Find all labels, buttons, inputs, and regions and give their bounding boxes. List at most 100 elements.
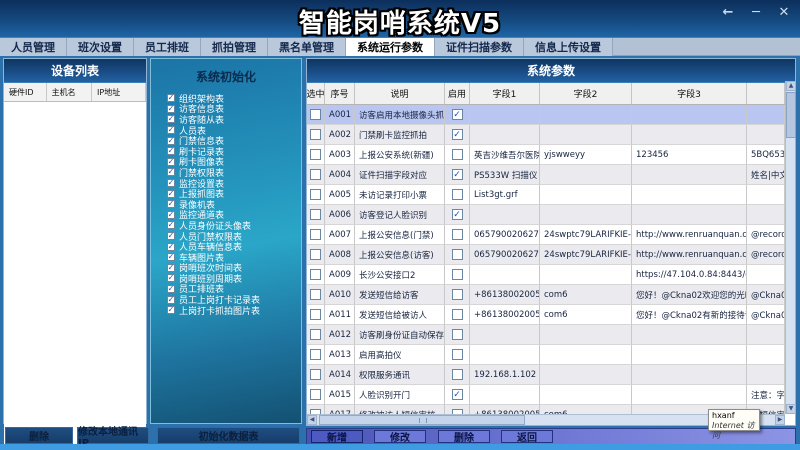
table-row[interactable]: A006访客登记人脸识别✓ <box>307 205 795 225</box>
enabled-checkbox[interactable] <box>445 405 470 414</box>
select-checkbox[interactable] <box>310 169 321 180</box>
table-row[interactable]: A015人脸识别开门✓注意：字段05为 <box>307 385 795 405</box>
select-checkbox[interactable] <box>307 205 325 225</box>
enabled-checkbox[interactable] <box>452 289 463 300</box>
select-checkbox[interactable] <box>307 265 325 285</box>
select-checkbox[interactable] <box>310 329 321 340</box>
table-row[interactable]: A008上报公安信息(访客)06579002062764224swptc79LA… <box>307 245 795 265</box>
table-row[interactable]: A004证件扫描字段对应✓PS533W 扫描仪姓名|中文姓名, <box>307 165 795 185</box>
scroll-down-icon[interactable]: ▼ <box>786 404 796 414</box>
enabled-checkbox[interactable] <box>452 249 463 260</box>
minimize-icon[interactable]: ─ <box>748 6 764 20</box>
table-row[interactable]: A005未访记录打印小票List3gt.grf <box>307 185 795 205</box>
init-checkbox[interactable]: ✓ <box>167 137 175 145</box>
enabled-checkbox[interactable]: ✓ <box>445 105 470 125</box>
select-checkbox[interactable] <box>310 249 321 260</box>
init-checkbox[interactable]: ✓ <box>167 94 175 102</box>
select-checkbox[interactable] <box>310 369 321 380</box>
enabled-checkbox[interactable] <box>452 349 463 360</box>
select-checkbox[interactable] <box>310 269 321 280</box>
select-checkbox[interactable] <box>307 285 325 305</box>
init-checkbox[interactable]: ✓ <box>167 253 175 261</box>
enabled-checkbox[interactable] <box>445 185 470 205</box>
init-checkbox[interactable]: ✓ <box>167 285 175 293</box>
select-checkbox[interactable] <box>307 405 325 414</box>
horizontal-scroll-thumb[interactable] <box>319 415 525 425</box>
tab-人员管理[interactable]: 人员管理 <box>0 38 67 56</box>
select-checkbox[interactable] <box>307 125 325 145</box>
select-checkbox[interactable] <box>307 145 325 165</box>
delete-button[interactable]: 删除 <box>438 430 490 443</box>
select-checkbox[interactable] <box>307 305 325 325</box>
modify-button[interactable]: 修改 <box>374 430 426 443</box>
enabled-checkbox[interactable] <box>452 329 463 340</box>
init-checkbox[interactable]: ✓ <box>167 105 175 113</box>
tab-员工排班[interactable]: 员工排班 <box>134 38 201 56</box>
init-checkbox[interactable]: ✓ <box>167 168 175 176</box>
enabled-checkbox[interactable]: ✓ <box>445 205 470 225</box>
select-checkbox[interactable] <box>307 245 325 265</box>
enabled-checkbox[interactable] <box>452 229 463 240</box>
init-checkbox[interactable]: ✓ <box>167 147 175 155</box>
select-checkbox[interactable] <box>310 289 321 300</box>
tab-班次设置[interactable]: 班次设置 <box>67 38 134 56</box>
add-button[interactable]: 新增 <box>311 430 363 443</box>
init-checkbox[interactable]: ✓ <box>167 274 175 282</box>
init-checkbox[interactable]: ✓ <box>167 158 175 166</box>
select-checkbox[interactable] <box>310 149 321 160</box>
select-checkbox[interactable] <box>307 325 325 345</box>
table-row[interactable]: A014权限服务通讯192.168.1.102 <box>307 365 795 385</box>
device-table-body[interactable] <box>4 102 146 450</box>
init-checkbox[interactable]: ✓ <box>167 211 175 219</box>
init-checkbox[interactable]: ✓ <box>167 296 175 304</box>
select-checkbox[interactable] <box>307 165 325 185</box>
select-checkbox[interactable] <box>310 229 321 240</box>
table-row[interactable]: A009长沙公安接口2https://47.104.0.84:8443/crp <box>307 265 795 285</box>
enabled-checkbox[interactable] <box>445 225 470 245</box>
select-checkbox[interactable] <box>307 365 325 385</box>
init-checkbox[interactable]: ✓ <box>167 190 175 198</box>
enabled-checkbox[interactable] <box>452 309 463 320</box>
init-checkbox[interactable]: ✓ <box>167 221 175 229</box>
vertical-scrollbar[interactable]: ▲ ▼ <box>785 81 795 414</box>
table-row[interactable]: A007上报公安信息(门禁)06579002062764224swptc79LA… <box>307 225 795 245</box>
tab-证件扫描参数[interactable]: 证件扫描参数 <box>435 38 524 56</box>
init-checkbox[interactable]: ✓ <box>167 115 175 123</box>
enabled-checkbox[interactable] <box>445 145 470 165</box>
init-checkbox[interactable]: ✓ <box>167 200 175 208</box>
init-checkbox[interactable]: ✓ <box>167 126 175 134</box>
table-row[interactable]: A003上报公安系统(新疆)英吉沙维吾尔医院yjswweyy1234565BQ6… <box>307 145 795 165</box>
scroll-up-icon[interactable]: ▲ <box>786 81 796 91</box>
enabled-checkbox[interactable]: ✓ <box>452 169 463 180</box>
tab-系统运行参数[interactable]: 系统运行参数 <box>346 38 435 56</box>
init-checkbox[interactable]: ✓ <box>167 306 175 314</box>
init-checkbox[interactable]: ✓ <box>167 232 175 240</box>
enabled-checkbox[interactable]: ✓ <box>445 165 470 185</box>
back-button[interactable]: 返回 <box>501 430 553 443</box>
back-icon[interactable]: ← <box>720 6 736 20</box>
init-checkbox[interactable]: ✓ <box>167 243 175 251</box>
init-data-tables-button[interactable]: 初始化数据表 <box>157 427 300 444</box>
select-checkbox[interactable] <box>307 345 325 365</box>
enabled-checkbox[interactable]: ✓ <box>452 389 463 400</box>
table-row[interactable]: A012访客刷身份证自动保存 <box>307 325 795 345</box>
enabled-checkbox[interactable] <box>445 365 470 385</box>
enabled-checkbox[interactable] <box>445 265 470 285</box>
enabled-checkbox[interactable]: ✓ <box>452 109 463 120</box>
select-checkbox[interactable] <box>310 129 321 140</box>
scroll-left-icon[interactable]: ◀ <box>307 415 317 425</box>
select-checkbox[interactable] <box>310 349 321 360</box>
select-checkbox[interactable] <box>310 109 321 120</box>
table-row[interactable]: A002门禁刷卡监控抓拍✓ <box>307 125 795 145</box>
select-checkbox[interactable] <box>307 185 325 205</box>
select-checkbox[interactable] <box>307 385 325 405</box>
enabled-checkbox[interactable]: ✓ <box>452 129 463 140</box>
enabled-checkbox[interactable]: ✓ <box>452 209 463 220</box>
init-checkbox[interactable]: ✓ <box>167 179 175 187</box>
delete-device-button[interactable]: 删除 <box>5 427 73 444</box>
enabled-checkbox[interactable] <box>445 305 470 325</box>
init-checkbox-item[interactable]: ✓上岗打卡抓拍图片表 <box>167 305 301 316</box>
select-checkbox[interactable] <box>310 189 321 200</box>
close-icon[interactable]: ✕ <box>776 6 792 20</box>
enabled-checkbox[interactable]: ✓ <box>445 385 470 405</box>
